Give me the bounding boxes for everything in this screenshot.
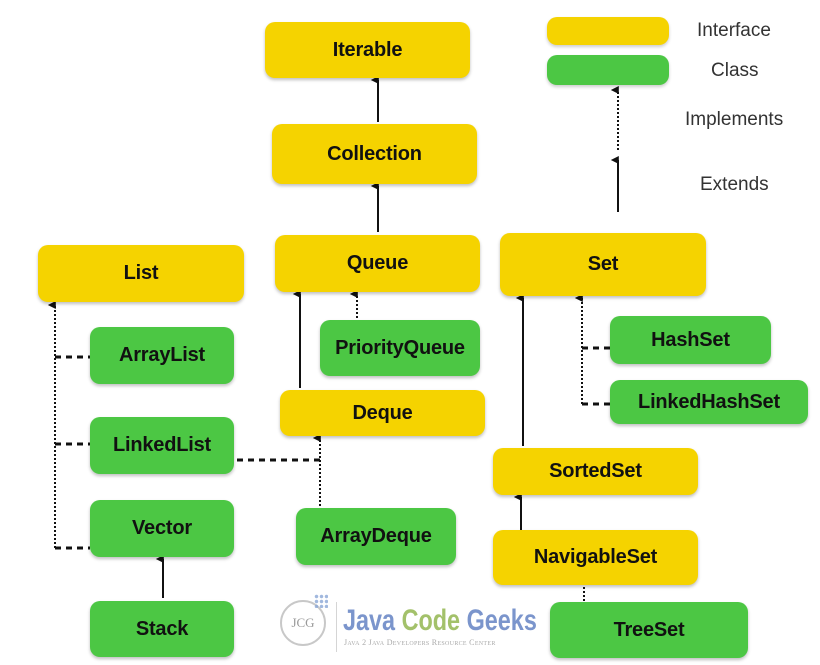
java-code-geeks-logo: JCG Java Code Geeks Java 2 Java Develope… — [280, 592, 537, 658]
node-label: Deque — [352, 401, 413, 424]
node-linkedhashset: LinkedHashSet — [610, 380, 808, 424]
node-treeset: TreeSet — [550, 602, 748, 658]
node-label: Iterable — [332, 38, 403, 61]
node-label: TreeSet — [613, 618, 685, 641]
node-label: ArrayDeque — [320, 525, 432, 547]
node-label: Stack — [135, 617, 189, 640]
legend-interface-label: Interface — [697, 20, 771, 41]
logo-word-java: Java — [343, 604, 396, 637]
legend-extends-label: Extends — [700, 174, 769, 195]
node-linkedlist: LinkedList — [90, 417, 234, 474]
node-label: Collection — [327, 142, 422, 165]
node-label: PriorityQueue — [335, 336, 465, 359]
legend-class-swatch — [547, 55, 669, 85]
node-sortedset: SortedSet — [493, 448, 698, 495]
node-hashset: HashSet — [610, 316, 771, 364]
monogram-text: JCG — [291, 615, 315, 630]
node-label: Set — [587, 253, 619, 275]
node-label: Vector — [132, 517, 192, 539]
node-set: Set — [500, 233, 706, 296]
logo-dots-icon — [314, 594, 328, 608]
node-arraylist: ArrayList — [90, 327, 234, 384]
node-deque: Deque — [280, 390, 485, 436]
node-vector: Vector — [90, 500, 234, 557]
node-arraydeque: ArrayDeque — [296, 508, 456, 565]
node-label: LinkedHashSet — [638, 390, 780, 413]
node-queue: Queue — [275, 235, 480, 292]
logo-divider — [336, 602, 337, 652]
node-label: ArrayList — [118, 344, 205, 366]
logo-tagline: Java 2 Java Developers Resource Center — [344, 638, 496, 647]
node-label: HashSet — [651, 328, 730, 351]
logo-word-geeks: Geeks — [466, 604, 537, 637]
node-label: NavigableSet — [533, 546, 658, 568]
node-label: Queue — [346, 252, 409, 274]
legend-implements-label: Implements — [685, 109, 784, 130]
legend-interface-swatch — [547, 17, 669, 45]
node-label: SortedSet — [549, 460, 642, 482]
logo-word-code: Code — [401, 604, 461, 637]
node-iterable: Iterable — [265, 22, 470, 78]
node-collection: Collection — [272, 124, 477, 184]
logo-wordmark: Java Code Geeks — [343, 604, 537, 638]
node-priorityqueue: PriorityQueue — [320, 320, 480, 376]
node-label: List — [123, 262, 159, 284]
legend-class-label: Class — [711, 60, 759, 81]
node-stack: Stack — [90, 601, 234, 657]
node-label: LinkedList — [112, 434, 211, 456]
node-list: List — [38, 245, 244, 302]
node-navigableset: NavigableSet — [493, 530, 698, 585]
